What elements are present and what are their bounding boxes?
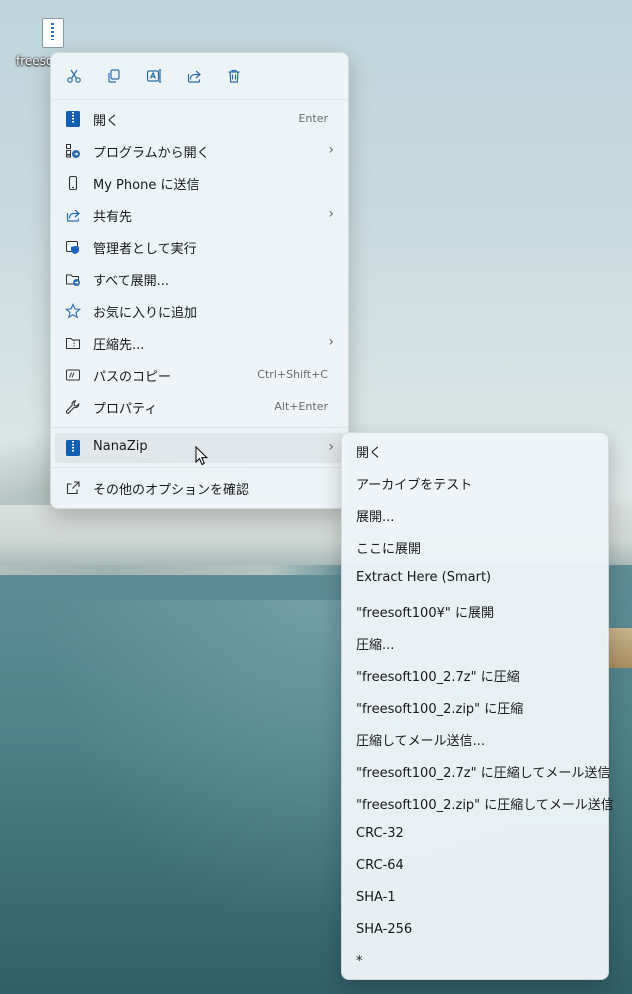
menu-item-label: 圧縮先...: [93, 338, 145, 353]
menu-item-show-more-options[interactable]: その他のオプションを確認: [55, 473, 344, 503]
submenu-item-compress-email[interactable]: 圧縮してメール送信...: [346, 724, 604, 754]
menu-item-shortcut: Enter: [298, 112, 328, 125]
star-icon: [65, 303, 81, 319]
submenu-item-label: ここに展開: [356, 542, 422, 557]
submenu-item-sha256[interactable]: SHA-256: [346, 916, 604, 946]
admin-shield-icon: [65, 239, 81, 255]
share-icon: [187, 70, 201, 83]
submenu-item-label: Extract Here (Smart): [356, 570, 492, 585]
zip-file-icon: [42, 18, 64, 48]
submenu-item-extract[interactable]: 展開...: [346, 500, 604, 530]
menu-item-label: 共有先: [93, 210, 133, 225]
submenu-item-extract-here-smart[interactable]: Extract Here (Smart): [346, 564, 604, 594]
background-reeds: [606, 628, 632, 668]
submenu-item-label: "freesoft100¥" に展開: [356, 606, 494, 621]
submenu-item-sha1[interactable]: SHA-1: [346, 884, 604, 914]
menu-item-shortcut: Ctrl+Shift+C: [257, 368, 328, 381]
menu-item-label: My Phone に送信: [93, 178, 200, 193]
menu-item-open[interactable]: 開く Enter: [55, 104, 344, 134]
copy-icon: [108, 69, 120, 83]
copy-button[interactable]: [103, 65, 125, 87]
menu-item-open-with[interactable]: プログラムから開く ›: [55, 136, 344, 166]
submenu-item-open[interactable]: 開く: [346, 436, 604, 466]
menu-item-label: お気に入りに追加: [93, 306, 198, 321]
menu-item-share-to[interactable]: 共有先 ›: [55, 200, 344, 230]
submenu-item-test-archive[interactable]: アーカイブをテスト: [346, 468, 604, 498]
zip-folder-icon: [65, 335, 81, 351]
submenu-item-label: "freesoft100_2.7z" に圧縮してメール送信: [356, 766, 611, 781]
submenu-item-label: アーカイブをテスト: [356, 478, 473, 493]
chevron-right-icon: ›: [328, 439, 334, 455]
menu-separator: [51, 427, 348, 428]
submenu-item-label: *: [356, 954, 363, 969]
submenu-item-label: CRC-64: [356, 858, 404, 873]
extract-folder-icon: [65, 271, 81, 287]
menu-item-extract-all[interactable]: すべて展開...: [55, 264, 344, 294]
external-link-icon: [65, 480, 81, 496]
submenu-item-label: 圧縮...: [356, 638, 395, 653]
trash-icon: [228, 69, 240, 83]
mouse-cursor-icon: [195, 446, 209, 466]
menu-item-label: プロパティ: [93, 402, 158, 417]
menu-item-send-to-phone[interactable]: My Phone に送信: [55, 168, 344, 198]
chevron-right-icon: ›: [328, 334, 334, 350]
chevron-right-icon: ›: [328, 206, 334, 222]
open-with-icon: [65, 143, 81, 159]
desktop-file-label: freeso: [16, 54, 54, 68]
share-button[interactable]: [183, 65, 205, 87]
submenu-item-label: 展開...: [356, 510, 395, 525]
scissors-icon: [67, 69, 81, 83]
submenu-item-extract-to-folder[interactable]: "freesoft100¥" に展開: [346, 596, 604, 626]
menu-item-label: その他のオプションを確認: [93, 483, 250, 498]
submenu-item-label: "freesoft100_2.zip" に圧縮: [356, 702, 524, 717]
submenu-item-label: CRC-32: [356, 826, 404, 841]
submenu-item-label: SHA-1: [356, 890, 396, 905]
rename-button[interactable]: [143, 65, 165, 87]
wrench-icon: [65, 399, 81, 415]
submenu-item-label: "freesoft100_2.zip" に圧縮してメール送信: [356, 798, 614, 813]
submenu-item-all-hashes[interactable]: *: [346, 948, 604, 978]
submenu-item-compress[interactable]: 圧縮...: [346, 628, 604, 658]
menu-item-properties[interactable]: プロパティ Alt+Enter: [55, 392, 344, 422]
submenu-item-compress-zip[interactable]: "freesoft100_2.zip" に圧縮: [346, 692, 604, 722]
nanazip-app-icon: [65, 440, 81, 456]
menu-item-compress-to[interactable]: 圧縮先... ›: [55, 328, 344, 358]
context-menu-toolbar: [51, 53, 348, 100]
menu-item-shortcut: Alt+Enter: [274, 400, 328, 413]
submenu-item-extract-here[interactable]: ここに展開: [346, 532, 604, 562]
copy-path-icon: [65, 367, 81, 383]
rename-icon: [146, 69, 162, 83]
submenu-item-crc32[interactable]: CRC-32: [346, 820, 604, 850]
menu-item-add-favorite[interactable]: お気に入りに追加: [55, 296, 344, 326]
menu-item-run-as-admin[interactable]: 管理者として実行: [55, 232, 344, 262]
menu-item-label: すべて展開...: [93, 274, 169, 289]
menu-item-label: パスのコピー: [93, 370, 172, 385]
nanazip-app-icon: [65, 111, 81, 127]
submenu-item-compress-zip-email[interactable]: "freesoft100_2.zip" に圧縮してメール送信: [346, 788, 614, 818]
menu-item-label: プログラムから開く: [93, 146, 210, 161]
menu-item-copy-path[interactable]: パスのコピー Ctrl+Shift+C: [55, 360, 344, 390]
chevron-right-icon: ›: [328, 142, 334, 158]
menu-item-label: NanaZip: [93, 439, 148, 454]
delete-button[interactable]: [223, 65, 245, 87]
menu-separator: [51, 467, 348, 468]
nanazip-submenu: 開く アーカイブをテスト 展開... ここに展開 Extract Here (S…: [341, 432, 614, 980]
cut-button[interactable]: [63, 65, 85, 87]
menu-item-label: 管理者として実行: [93, 242, 197, 257]
submenu-item-compress-7z-email[interactable]: "freesoft100_2.7z" に圧縮してメール送信: [346, 756, 610, 786]
phone-icon: [65, 175, 81, 191]
menu-item-label: 開く: [93, 114, 120, 129]
submenu-item-label: SHA-256: [356, 922, 413, 937]
submenu-item-label: "freesoft100_2.7z" に圧縮: [356, 670, 520, 685]
submenu-item-compress-7z[interactable]: "freesoft100_2.7z" に圧縮: [346, 660, 604, 690]
share-icon: [65, 207, 81, 223]
submenu-item-label: 圧縮してメール送信...: [356, 734, 486, 749]
submenu-item-crc64[interactable]: CRC-64: [346, 852, 604, 882]
submenu-item-label: 開く: [356, 446, 383, 461]
context-menu: 開く Enter プログラムから開く › My Phone に送信 共有先 › …: [50, 52, 349, 509]
